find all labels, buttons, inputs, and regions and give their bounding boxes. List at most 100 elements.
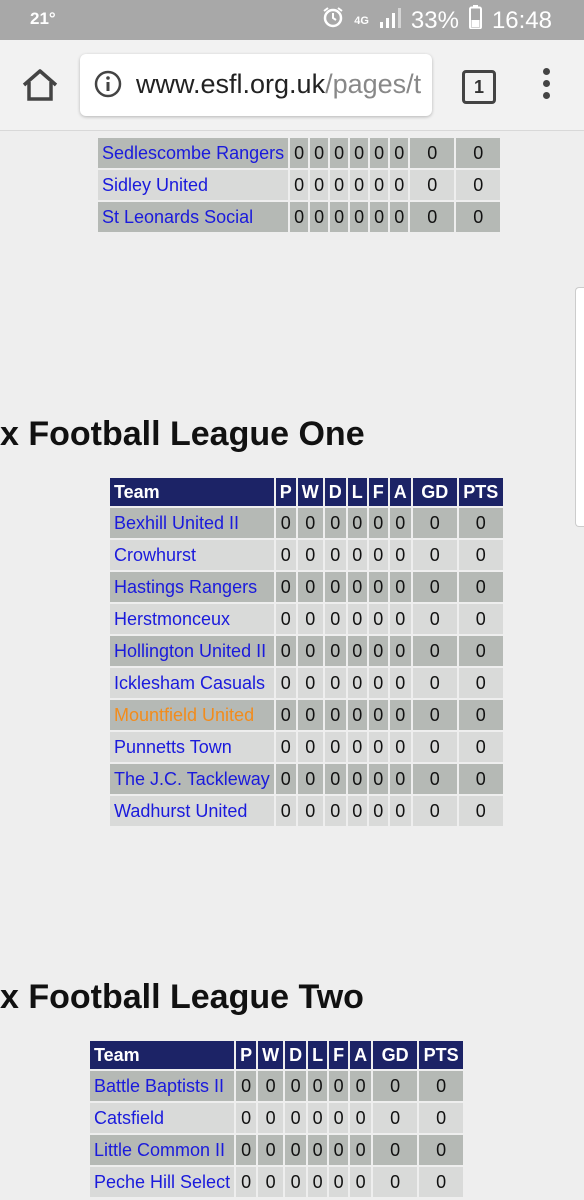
stat-a-cell: 0 bbox=[389, 508, 411, 538]
team-link[interactable]: Herstmonceux bbox=[114, 609, 230, 629]
stat-d-cell: 0 bbox=[324, 732, 346, 762]
stat-l-cell: 0 bbox=[308, 1103, 328, 1133]
team-cell: Sidley United bbox=[98, 170, 289, 200]
stat-pts-cell: 0 bbox=[456, 170, 501, 200]
stat-gd-cell: 0 bbox=[412, 796, 457, 826]
team-link[interactable]: Bexhill United II bbox=[114, 513, 239, 533]
table-row: Mountfield United 0 0 0 0 0 0 0 0 bbox=[110, 700, 503, 730]
team-link[interactable]: Icklesham Casuals bbox=[114, 673, 265, 693]
more-menu-icon[interactable] bbox=[540, 68, 552, 104]
team-link[interactable]: Sidley United bbox=[102, 175, 208, 195]
home-icon[interactable] bbox=[20, 68, 60, 102]
stat-d-cell: 0 bbox=[324, 668, 346, 698]
column-header: L bbox=[308, 1041, 328, 1069]
clock-time: 16:48 bbox=[491, 6, 552, 34]
stat-a-cell: 0 bbox=[389, 540, 411, 570]
scroll-handle[interactable] bbox=[575, 287, 584, 527]
stat-p-cell: 0 bbox=[275, 572, 296, 602]
stat-l-cell: 0 bbox=[350, 170, 369, 200]
address-bar[interactable]: www.esfl.org.uk/pages/t bbox=[80, 54, 432, 116]
stat-a-cell: 0 bbox=[389, 764, 411, 794]
table-row: Wadhurst United 0 0 0 0 0 0 0 0 bbox=[110, 796, 503, 826]
stat-pts-cell: 0 bbox=[419, 1103, 464, 1133]
team-cell: Catsfield bbox=[90, 1103, 235, 1133]
battery-icon bbox=[468, 5, 482, 36]
team-link[interactable]: Hollington United II bbox=[114, 641, 266, 661]
stat-a-cell: 0 bbox=[389, 604, 411, 634]
team-link[interactable]: Peche Hill Select bbox=[94, 1172, 230, 1192]
stat-d-cell: 0 bbox=[324, 700, 346, 730]
team-link[interactable]: Sedlescombe Rangers bbox=[102, 143, 284, 163]
stat-p-cell: 0 bbox=[275, 604, 296, 634]
table-row: Catsfield 0 0 0 0 0 0 0 0 bbox=[90, 1103, 464, 1133]
team-link[interactable]: Crowhurst bbox=[114, 545, 196, 565]
league-one-heading: x Football League One bbox=[0, 415, 365, 453]
team-link[interactable]: The J.C. Tackleway bbox=[114, 769, 270, 789]
team-link[interactable]: Wadhurst United bbox=[114, 801, 247, 821]
stat-l-cell: 0 bbox=[347, 732, 367, 762]
stat-w-cell: 0 bbox=[297, 636, 323, 666]
team-link[interactable]: St Leonards Social bbox=[102, 207, 253, 227]
stat-d-cell: 0 bbox=[324, 572, 346, 602]
stat-pts-cell: 0 bbox=[419, 1071, 464, 1101]
column-header: GD bbox=[412, 478, 457, 506]
stat-pts-cell: 0 bbox=[456, 138, 501, 168]
stat-d-cell: 0 bbox=[285, 1167, 307, 1197]
stat-w-cell: 0 bbox=[310, 170, 329, 200]
tab-switcher-button[interactable]: 1 bbox=[462, 70, 496, 104]
stat-w-cell: 0 bbox=[258, 1167, 284, 1197]
stat-w-cell: 0 bbox=[297, 732, 323, 762]
status-bar: 21° 4G 33% 16:48 bbox=[0, 0, 584, 40]
team-cell: Hastings Rangers bbox=[110, 572, 274, 602]
stat-w-cell: 0 bbox=[297, 540, 323, 570]
table-row: Peche Hill Select 0 0 0 0 0 0 0 0 bbox=[90, 1167, 464, 1197]
stat-w-cell: 0 bbox=[297, 572, 323, 602]
team-link[interactable]: Punnetts Town bbox=[114, 737, 232, 757]
stat-pts-cell: 0 bbox=[458, 604, 503, 634]
team-cell: Herstmonceux bbox=[110, 604, 274, 634]
stat-f-cell: 0 bbox=[370, 138, 389, 168]
team-link[interactable]: Little Common II bbox=[94, 1140, 225, 1160]
table-row: Crowhurst 0 0 0 0 0 0 0 0 bbox=[110, 540, 503, 570]
team-cell: Sedlescombe Rangers bbox=[98, 138, 289, 168]
column-header: Team bbox=[110, 478, 274, 506]
stat-w-cell: 0 bbox=[297, 796, 323, 826]
stat-w-cell: 0 bbox=[258, 1103, 284, 1133]
stat-d-cell: 0 bbox=[285, 1135, 307, 1165]
team-link[interactable]: Mountfield United bbox=[114, 705, 254, 725]
stat-f-cell: 0 bbox=[368, 540, 388, 570]
column-header: PTS bbox=[419, 1041, 464, 1069]
column-header: W bbox=[258, 1041, 284, 1069]
team-cell: Crowhurst bbox=[110, 540, 274, 570]
stat-l-cell: 0 bbox=[308, 1167, 328, 1197]
stat-d-cell: 0 bbox=[324, 764, 346, 794]
stat-d-cell: 0 bbox=[330, 170, 349, 200]
column-header: F bbox=[368, 478, 388, 506]
table-row: Little Common II 0 0 0 0 0 0 0 0 bbox=[90, 1135, 464, 1165]
stat-w-cell: 0 bbox=[310, 138, 329, 168]
stat-l-cell: 0 bbox=[347, 796, 367, 826]
team-link[interactable]: Catsfield bbox=[94, 1108, 164, 1128]
url-text[interactable]: www.esfl.org.uk/pages/t bbox=[136, 69, 421, 100]
team-cell: Mountfield United bbox=[110, 700, 274, 730]
table-body: Bexhill United II 0 0 0 0 0 0 0 0 Crowhurst 0 0 0 0 0 0… bbox=[110, 508, 503, 826]
team-link[interactable]: Hastings Rangers bbox=[114, 577, 257, 597]
column-header: F bbox=[329, 1041, 349, 1069]
stat-p-cell: 0 bbox=[290, 202, 309, 232]
stat-d-cell: 0 bbox=[330, 202, 349, 232]
stat-gd-cell: 0 bbox=[410, 170, 455, 200]
temperature-text: 21° bbox=[30, 9, 56, 28]
stat-gd-cell: 0 bbox=[410, 138, 455, 168]
table-header: Team P W D L F A GD PTS bbox=[90, 1041, 464, 1069]
info-icon[interactable] bbox=[94, 70, 122, 98]
stat-w-cell: 0 bbox=[297, 668, 323, 698]
table-header: Team P W D L F A GD PTS bbox=[110, 478, 503, 506]
stat-f-cell: 0 bbox=[370, 170, 389, 200]
network-type-text: 4G bbox=[354, 14, 369, 27]
stat-f-cell: 0 bbox=[368, 732, 388, 762]
column-header: L bbox=[347, 478, 367, 506]
stat-gd-cell: 0 bbox=[412, 636, 457, 666]
team-link[interactable]: Battle Baptists II bbox=[94, 1076, 224, 1096]
stat-a-cell: 0 bbox=[389, 636, 411, 666]
stat-p-cell: 0 bbox=[236, 1071, 257, 1101]
